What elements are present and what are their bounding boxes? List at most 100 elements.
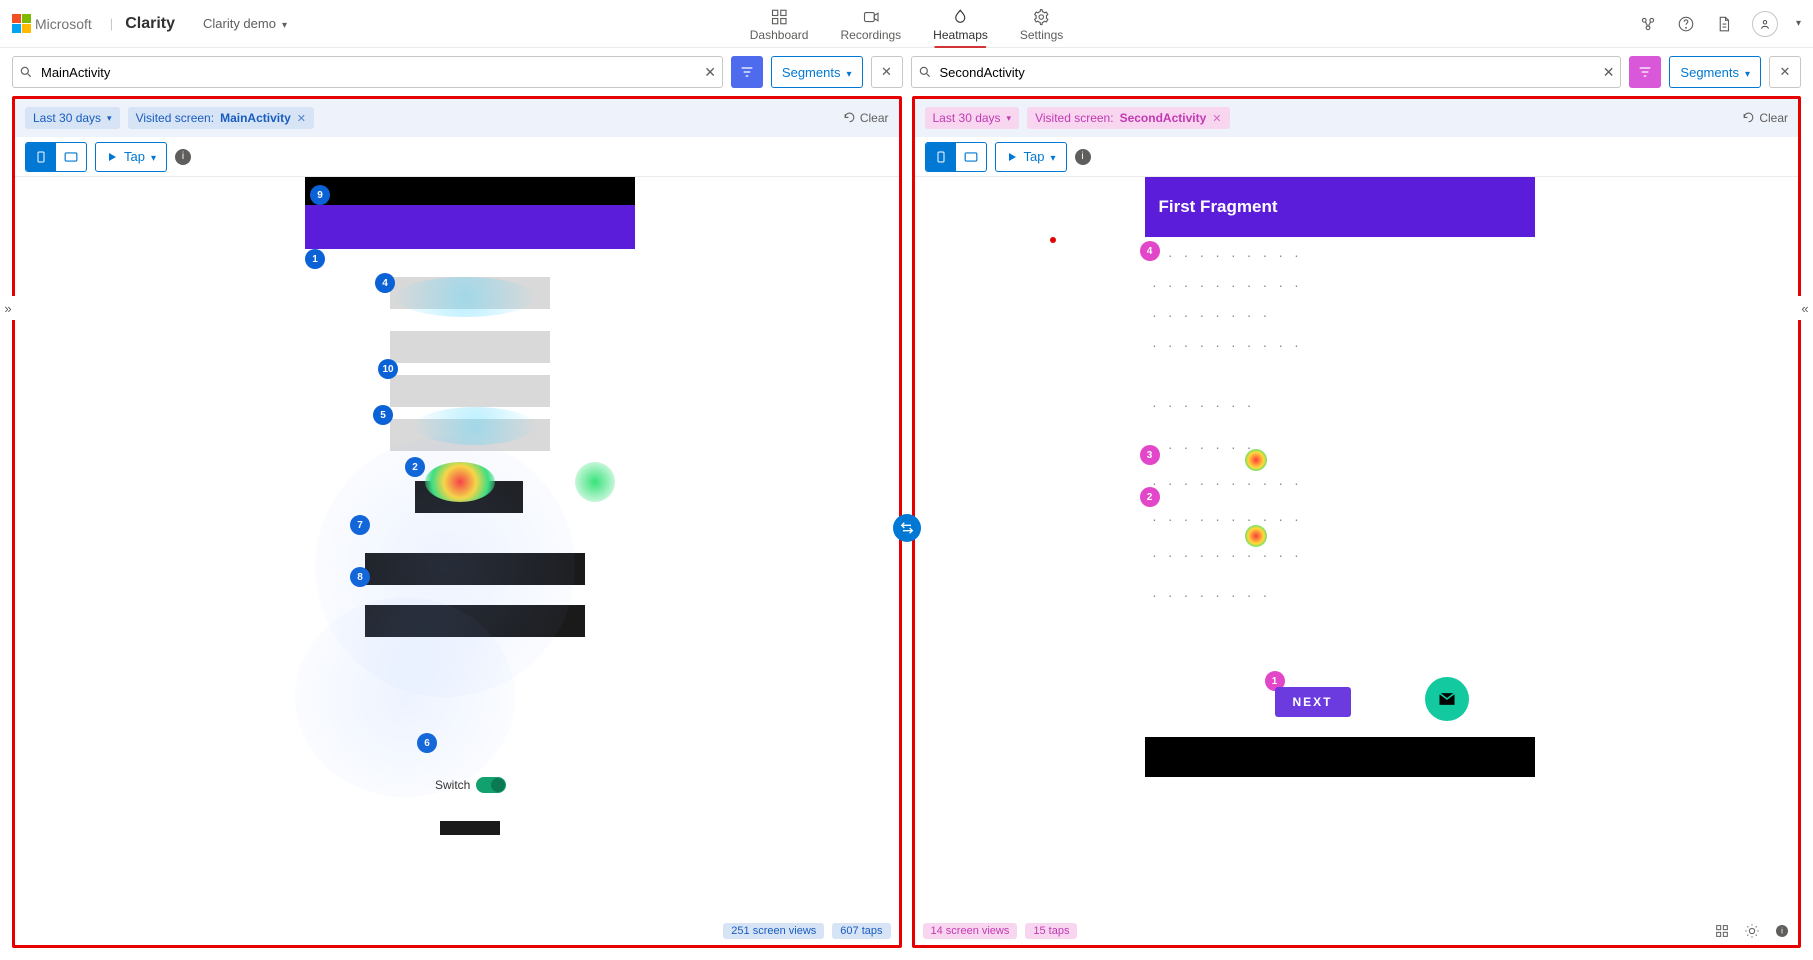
left-tap-mode[interactable]: Tap (95, 142, 167, 172)
share-icon[interactable] (1638, 14, 1658, 34)
left-clear-filters[interactable]: Clear (843, 111, 889, 125)
device-tablet[interactable] (956, 143, 986, 171)
rank-dot-3[interactable]: 3 (1140, 445, 1160, 465)
rank-dot-10[interactable]: 10 (378, 359, 398, 379)
grid-icon[interactable] (1714, 923, 1730, 939)
right-heatmap-canvas[interactable]: First Fragment . . . . . . . . . . . . .… (915, 177, 1799, 917)
nav-recordings[interactable]: Recordings (838, 4, 903, 48)
right-tap-mode[interactable]: Tap (995, 142, 1067, 172)
nav-settings[interactable]: Settings (1018, 4, 1065, 48)
right-close-compare[interactable]: ✕ (1769, 56, 1801, 88)
right-clear-filters[interactable]: Clear (1742, 111, 1788, 125)
document-icon[interactable] (1714, 14, 1734, 34)
right-tag-visited-value: SecondActivity (1120, 111, 1207, 125)
switch-toggle[interactable] (476, 777, 506, 793)
left-tagbar: Last 30 days ▾ Visited screen: MainActiv… (15, 99, 899, 137)
right-screen-mock: First Fragment . . . . . . . . . . . . .… (1145, 177, 1535, 607)
heatmaps-icon (952, 8, 970, 26)
clear-label: Clear (860, 111, 889, 125)
left-tag-time[interactable]: Last 30 days ▾ (25, 107, 120, 129)
right-tag-time[interactable]: Last 30 days ▾ (925, 107, 1020, 129)
chevron-down-icon (151, 149, 156, 164)
right-toolbar: Tap i (915, 137, 1799, 177)
project-picker[interactable]: Clarity demo (203, 16, 287, 31)
device-tablet[interactable] (56, 143, 86, 171)
device-toggle (925, 142, 987, 172)
device-mobile[interactable] (26, 143, 56, 171)
left-heatmap-canvas[interactable]: Switch 9 1 4 10 5 2 7 8 6 (15, 177, 899, 917)
rank-dot-5[interactable]: 5 (373, 405, 393, 425)
info-icon[interactable]: i (1774, 923, 1790, 939)
recordings-icon (862, 8, 880, 26)
left-search-input[interactable] (39, 64, 698, 81)
rank-dot-4[interactable]: 4 (375, 273, 395, 293)
rank-dot-7[interactable]: 7 (350, 515, 370, 535)
left-pane: Last 30 days ▾ Visited screen: MainActiv… (12, 96, 902, 948)
undo-icon (843, 112, 856, 125)
expand-right-chevron[interactable]: « (1797, 296, 1813, 320)
left-close-compare[interactable]: ✕ (871, 56, 903, 88)
left-search-box[interactable]: ✕ (12, 56, 723, 88)
chevron-down-icon (846, 65, 851, 80)
left-filter-button[interactable] (731, 56, 763, 88)
nav-settings-label: Settings (1020, 28, 1063, 42)
right-pane: Last 30 days ▾ Visited screen: SecondAct… (912, 96, 1802, 948)
left-screen-mock: Switch (305, 177, 635, 835)
close-icon[interactable]: ✕ (1212, 112, 1221, 125)
play-icon (106, 151, 118, 163)
svg-text:i: i (1781, 927, 1783, 936)
device-mobile[interactable] (926, 143, 956, 171)
chevron-down-icon (1796, 18, 1801, 29)
next-button[interactable]: NEXT (1275, 687, 1351, 717)
app-header: Microsoft | Clarity Clarity demo Dashboa… (0, 0, 1813, 48)
nav-recordings-label: Recordings (840, 28, 901, 42)
tap-label: Tap (1024, 149, 1045, 164)
swap-panes-button[interactable] (893, 514, 921, 542)
rank-dot-4[interactable]: 4 (1140, 241, 1160, 261)
right-footer-taps: 15 taps (1025, 923, 1077, 939)
brightness-icon[interactable] (1744, 923, 1760, 939)
switch-label: Switch (435, 778, 470, 792)
mail-icon (1437, 689, 1457, 709)
right-segments-button[interactable]: Segments (1669, 56, 1761, 88)
filter-row: ✕ Segments ✕ ✕ Segments ✕ (0, 48, 1813, 96)
right-search-input[interactable] (938, 64, 1597, 81)
segments-label: Segments (782, 65, 841, 80)
nav-dashboard-label: Dashboard (750, 28, 809, 42)
info-icon[interactable]: i (1075, 149, 1091, 165)
rank-dot-9[interactable]: 9 (310, 185, 330, 205)
clear-label: Clear (1759, 111, 1788, 125)
left-tag-visited[interactable]: Visited screen: MainActivity ✕ (128, 107, 314, 129)
rank-dot-1[interactable]: 1 (305, 249, 325, 269)
mail-fab[interactable] (1425, 677, 1469, 721)
right-tag-visited[interactable]: Visited screen: SecondActivity ✕ (1027, 107, 1229, 129)
rank-dot-2[interactable]: 2 (405, 457, 425, 477)
left-search-clear[interactable]: ✕ (704, 64, 716, 81)
account-menu[interactable] (1752, 11, 1778, 37)
search-icon (19, 65, 33, 79)
microsoft-logo-icon (12, 14, 31, 33)
right-search-box[interactable]: ✕ (911, 56, 1622, 88)
chevron-down-icon: ▾ (1007, 113, 1012, 124)
right-search-clear[interactable]: ✕ (1603, 64, 1615, 81)
nav-dashboard[interactable]: Dashboard (748, 4, 811, 48)
left-toolbar: Tap i (15, 137, 899, 177)
rank-dot-6[interactable]: 6 (417, 733, 437, 753)
left-segments-button[interactable]: Segments (771, 56, 863, 88)
left-tag-visited-value: MainActivity (220, 111, 291, 125)
project-name: Clarity demo (203, 16, 276, 31)
expand-left-chevron[interactable]: » (0, 296, 16, 320)
nav-heatmaps[interactable]: Heatmaps (931, 4, 990, 48)
info-icon[interactable]: i (175, 149, 191, 165)
left-footer: 251 screen views 607 taps (15, 917, 899, 945)
undo-icon (1742, 112, 1755, 125)
help-icon[interactable] (1676, 14, 1696, 34)
settings-icon (1033, 8, 1051, 26)
header-divider: | (110, 16, 113, 31)
right-footer: 14 screen views 15 taps i (915, 917, 1799, 945)
right-filter-button[interactable] (1629, 56, 1661, 88)
rank-dot-8[interactable]: 8 (350, 567, 370, 587)
rank-dot-2[interactable]: 2 (1140, 487, 1160, 507)
close-icon[interactable]: ✕ (297, 112, 306, 125)
primary-nav: Dashboard Recordings Heatmaps Settings (748, 0, 1065, 48)
